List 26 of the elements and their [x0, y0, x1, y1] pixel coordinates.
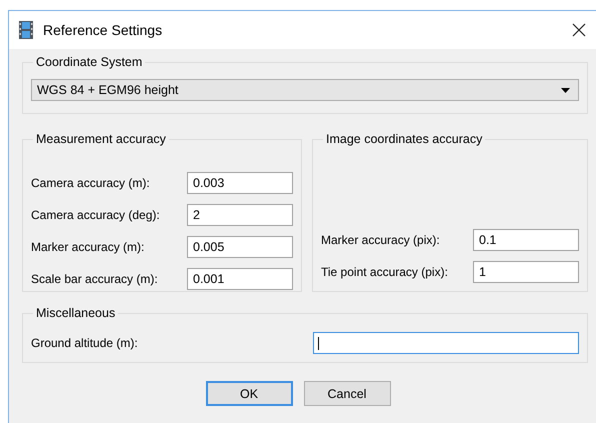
input-field[interactable]: 1 [473, 261, 579, 283]
input-field[interactable]: 2 [187, 204, 293, 226]
group-title: Measurement accuracy [35, 132, 167, 146]
field-label: Ground altitude (m): [31, 336, 139, 350]
input-field[interactable]: 0.1 [473, 229, 579, 251]
cancel-button[interactable]: Cancel [304, 381, 390, 406]
field-label: Marker accuracy (m): [31, 240, 146, 254]
caret-icon [561, 88, 570, 92]
field-label: Camera accuracy (m): [31, 176, 151, 190]
dropdown[interactable]: WGS 84 + EGM96 height [31, 79, 579, 101]
field-label: Tie point accuracy (pix): [321, 265, 449, 279]
group-title: Coordinate System [35, 55, 144, 69]
film-icon [19, 21, 33, 39]
ok-button[interactable]: OK [206, 381, 292, 406]
field-label: Camera accuracy (deg): [31, 208, 161, 222]
input-field[interactable]: 0.001 [187, 268, 293, 290]
group-title: Miscellaneous [35, 306, 116, 320]
field-label: Marker accuracy (pix): [321, 233, 441, 247]
field-label: Scale bar accuracy (m): [31, 272, 159, 286]
window-title: Reference Settings [43, 22, 164, 38]
text-cursor [318, 337, 319, 350]
input-field[interactable]: 0.003 [187, 172, 293, 194]
input-field[interactable] [313, 332, 579, 354]
close-icon[interactable] [572, 23, 586, 37]
input-field[interactable]: 0.005 [187, 236, 293, 258]
group-title: Image coordinates accuracy [325, 132, 484, 146]
